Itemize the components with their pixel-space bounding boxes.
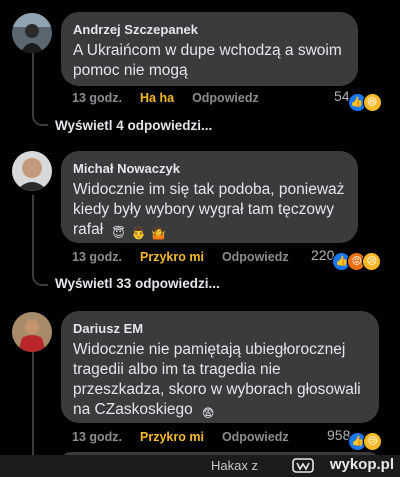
reaction-count-number: 958 [327,427,351,443]
comment-feed: Andrzej Szczepanek A Ukraińcom w dupe wc… [0,0,400,472]
avatar[interactable] [12,13,52,53]
comment-text: Widocznie im się tak podoba, ponieważ ki… [73,180,346,242]
comment-author[interactable]: Andrzej Szczepanek [73,22,346,38]
watermark-separator: z [251,458,259,473]
avatar[interactable] [12,312,52,352]
sad-reaction-icon: 😢 [362,252,382,271]
shrug-emoji-icon: 🤷 [150,226,166,240]
wykop-logo-icon [292,458,314,473]
comment-time[interactable]: 13 godz. [72,430,122,444]
fearful-face-emoji-icon: 😨 [201,406,215,420]
watermark-author: Hakax z [211,458,258,473]
reaction-button[interactable]: Przykro mi [140,250,204,264]
wykop-logo-text: wykop.pl [329,456,394,473]
reaction-button[interactable]: Przykro mi [140,430,204,444]
comment-actions: 13 godz. Ha ha Odpowiedz [72,89,277,107]
comment-text: A Ukraińcom w dupe wchodzą a swoim pomoc… [73,42,342,79]
angel-emoji-icon: 😇 [112,226,125,240]
comment-bubble: Andrzej Szczepanek A Ukraińcom w dupe wc… [61,12,358,86]
reaction-count[interactable]: 958👍 😢 [327,425,383,451]
sad-reaction-icon: 😢 [363,432,383,451]
comment-actions: 13 godz. Przykro mi Odpowiedz [72,428,307,446]
avatar-image [12,13,52,53]
haha-reaction-icon: 😆 [362,93,382,112]
reply-button[interactable]: Odpowiedz [222,250,289,264]
reaction-count[interactable]: 54👍 😆 [334,86,382,112]
comment-author[interactable]: Dariusz EM [73,321,367,337]
comment-bubble: Michał Nowaczyk Widocznie im się tak pod… [61,151,358,243]
thread-connector [32,100,48,126]
view-replies-link[interactable]: Wyświetl 33 odpowiedzi... [55,276,220,291]
comment-time[interactable]: 13 godz. [72,250,122,264]
view-replies-link[interactable]: Wyświetl 4 odpowiedzi... [55,118,212,133]
reply-button[interactable]: Odpowiedz [222,430,289,444]
watermark-bar: Hakax z wykop.pl [0,455,400,477]
avatar-image [12,151,52,191]
comment-author[interactable]: Michał Nowaczyk [73,161,346,177]
comment-text-content: Widocznie nie pamiętają ubiegłorocznej t… [73,341,361,418]
man-emoji-icon: 👨 [130,226,146,240]
comment-bubble: Dariusz EM Widocznie nie pamiętają ubieg… [61,311,379,423]
avatar[interactable] [12,151,52,191]
reaction-count-number: 220 [311,247,335,263]
avatar-image [12,312,52,352]
reply-button[interactable]: Odpowiedz [192,91,259,105]
watermark-user: Hakax [211,458,248,473]
comment-time[interactable]: 13 godz. [72,91,122,105]
comment-text: Widocznie nie pamiętają ubiegłorocznej t… [73,340,367,422]
thread-line [32,352,34,455]
thread-connector [32,262,48,286]
reaction-button[interactable]: Ha ha [140,91,174,105]
comment-actions: 13 godz. Przykro mi Odpowiedz [72,248,307,266]
reaction-count[interactable]: 220👍 😡 😢 [311,245,382,271]
